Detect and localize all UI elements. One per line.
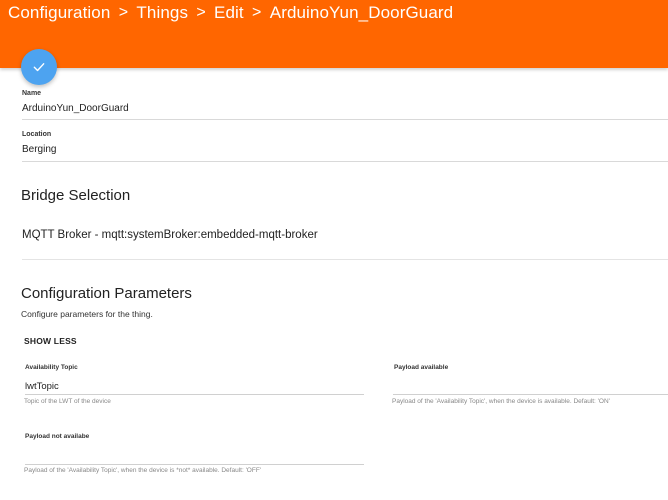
config-params-title: Configuration Parameters xyxy=(21,285,192,302)
config-params-subtitle: Configure parameters for the thing. xyxy=(21,309,153,319)
breadcrumb-separator-icon: > xyxy=(118,4,129,21)
payload-not-available-label: Payload not availabe xyxy=(25,433,90,440)
section-divider xyxy=(22,259,668,260)
payload-available-label: Payload available xyxy=(394,364,449,371)
availability-topic-input[interactable]: lwtTopic xyxy=(25,380,364,395)
save-button[interactable] xyxy=(21,49,57,85)
breadcrumb-separator-icon: > xyxy=(196,4,206,21)
name-label: Name xyxy=(22,90,42,97)
checkmark-icon xyxy=(33,63,45,72)
breadcrumb-configuration[interactable]: Configuration xyxy=(8,3,110,23)
payload-available-input[interactable] xyxy=(393,380,668,395)
breadcrumb-thing-name: ArduinoYun_DoorGuard xyxy=(269,3,454,22)
app-header: Configuration > Things > Edit > ArduinoY… xyxy=(0,0,668,68)
bridge-select[interactable]: MQTT Broker - mqtt:systemBroker:embedded… xyxy=(22,229,318,241)
name-input[interactable]: ArduinoYun_DoorGuard xyxy=(22,103,668,114)
location-label: Location xyxy=(22,131,52,138)
show-less-button[interactable]: SHOW LESS xyxy=(24,336,77,346)
page: Configuration > Things > Edit > ArduinoY… xyxy=(0,0,668,500)
payload-not-available-input[interactable] xyxy=(25,450,364,465)
breadcrumb-separator-icon: > xyxy=(252,4,262,21)
payload-available-help: Payload of the 'Availability Topic', whe… xyxy=(392,398,610,405)
availability-topic-label: Availability Topic xyxy=(25,364,78,371)
payload-not-available-help: Payload of the 'Availability Topic', whe… xyxy=(24,467,262,474)
location-field[interactable]: Location Berging xyxy=(22,131,668,162)
breadcrumb-things[interactable]: Things xyxy=(136,3,188,23)
location-input[interactable]: Berging xyxy=(22,144,668,155)
breadcrumb: Configuration > Things > Edit > ArduinoY… xyxy=(8,3,453,23)
bridge-selection-title: Bridge Selection xyxy=(21,187,131,204)
breadcrumb-edit[interactable]: Edit xyxy=(214,3,244,23)
availability-topic-help: Topic of the LWT of the device xyxy=(24,398,111,405)
name-field[interactable]: Name ArduinoYun_DoorGuard xyxy=(22,90,668,120)
